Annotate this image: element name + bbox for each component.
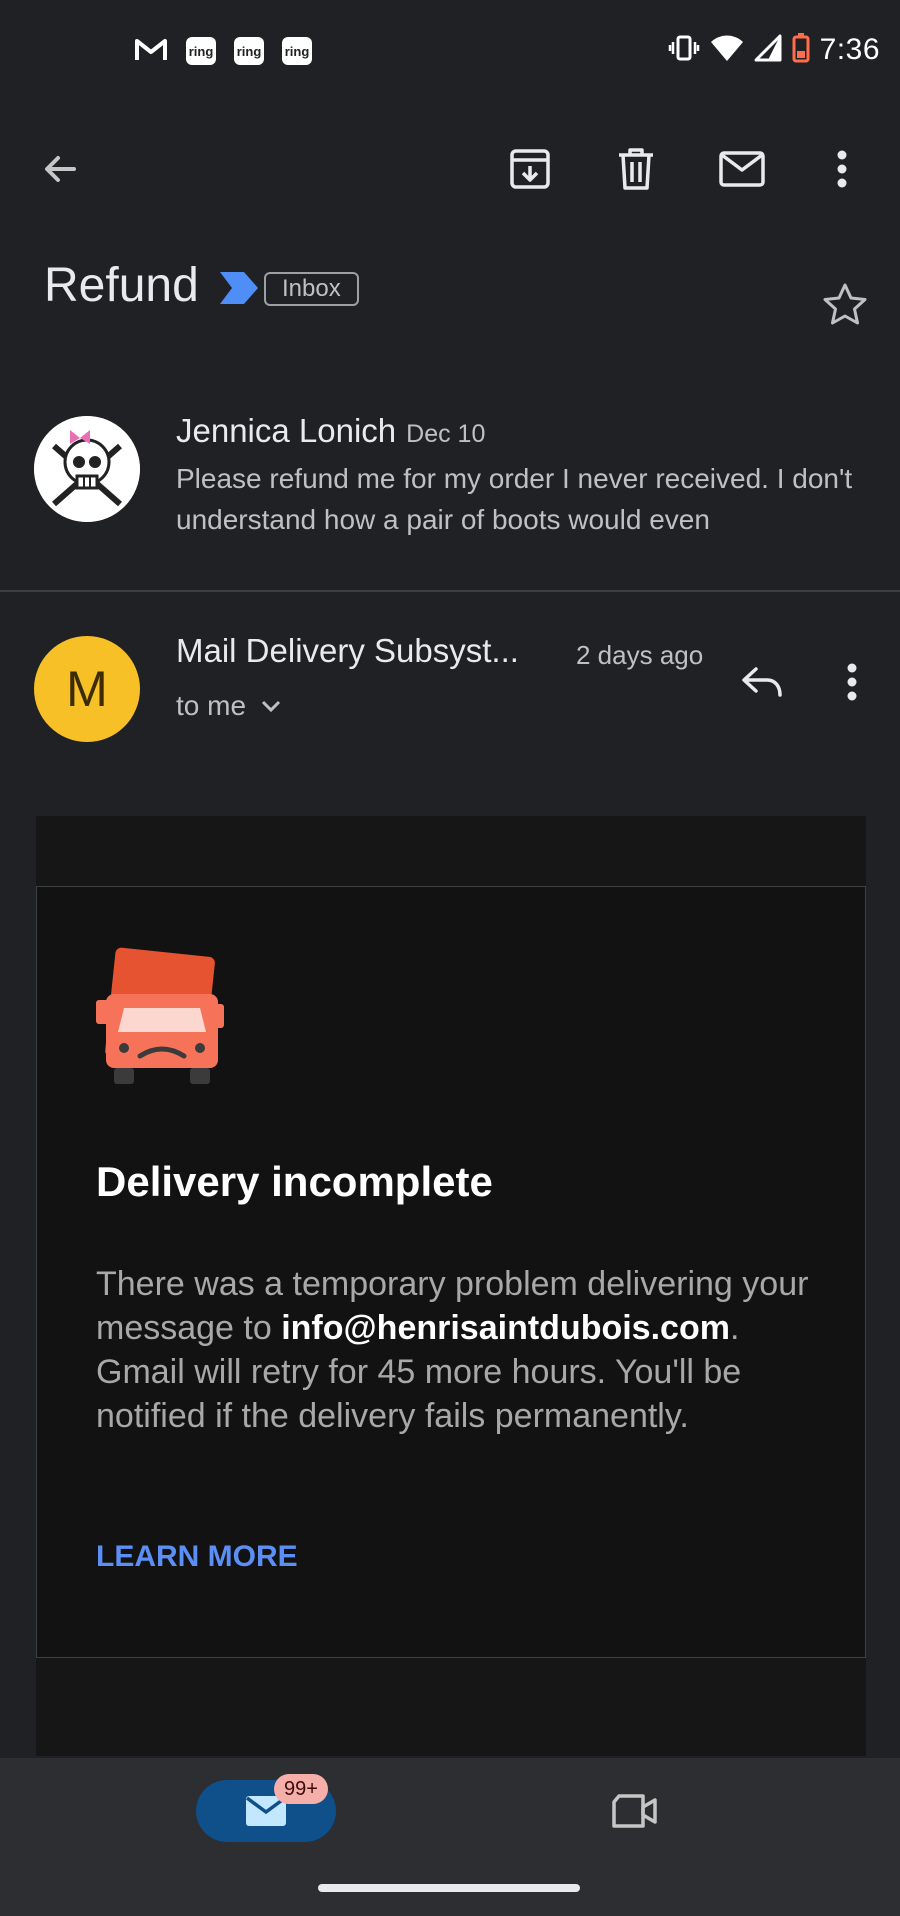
clock: 7:36 [819,33,880,66]
mark-unread-icon [719,151,765,187]
delivery-message: There was a temporary problem delivering… [96,1262,816,1438]
more-options-button[interactable] [810,137,874,201]
battery-low-icon [792,32,810,68]
delete-button[interactable] [604,137,668,201]
recipient-email: info@henrisaintdubois.com [281,1309,730,1347]
ring-icon: ring [186,37,216,65]
delete-icon [619,148,653,190]
meet-video-icon [612,1794,657,1828]
back-button[interactable] [28,137,92,201]
inbox-label-chip[interactable]: Inbox [264,272,359,306]
gesture-home-bar[interactable] [318,1884,580,1892]
message-more-button[interactable] [820,650,884,714]
skull-avatar-icon [34,416,140,522]
message-date: Dec 10 [406,420,486,448]
more-vert-icon [837,150,847,188]
sender-avatar[interactable]: M [34,636,140,742]
important-marker-icon[interactable] [220,272,258,309]
recipient-details-toggle[interactable]: to me [176,690,282,722]
sender-name[interactable]: Mail Delivery Subsyst... [176,632,519,670]
more-vert-icon [847,663,857,701]
message-snippet[interactable]: Please refund me for my order I never re… [176,458,876,540]
unread-count-badge: 99+ [274,1774,328,1804]
message-time: 2 days ago [576,640,704,670]
nav-meet-tab[interactable] [600,1780,670,1842]
learn-more-link[interactable]: LEARN MORE [96,1540,298,1574]
star-icon[interactable] [822,282,868,331]
mark-unread-button[interactable] [710,137,774,201]
reply-button[interactable] [730,650,794,714]
archive-button[interactable] [498,137,562,201]
recipient-label: to me [176,690,247,721]
message-header-collapsed[interactable]: Jennica Lonich Dec 10 [176,412,485,450]
status-bar: ring ring ring 7:36 [0,0,900,100]
bottom-navigation [0,1758,900,1916]
ring-icon: ring [234,37,264,65]
divider [0,590,900,592]
chevron-down-icon [261,700,281,713]
ring-icon: ring [282,37,312,65]
back-arrow-icon [45,156,76,182]
thread-subject: Refund [44,259,199,312]
signal-icon [754,34,782,67]
sad-truck-icon [92,944,242,1099]
sender-avatar[interactable] [34,416,140,522]
sender-name: Jennica Lonich [176,412,397,449]
delivery-title: Delivery incomplete [96,1158,493,1205]
top-toolbar [0,125,900,215]
system-status: 7:36 [668,30,880,70]
reply-icon [742,667,782,697]
gmail-icon [134,36,168,67]
notification-icons: ring ring ring [134,35,312,67]
archive-icon [510,149,550,189]
wifi-icon [710,34,744,67]
vibrate-icon [668,34,700,67]
